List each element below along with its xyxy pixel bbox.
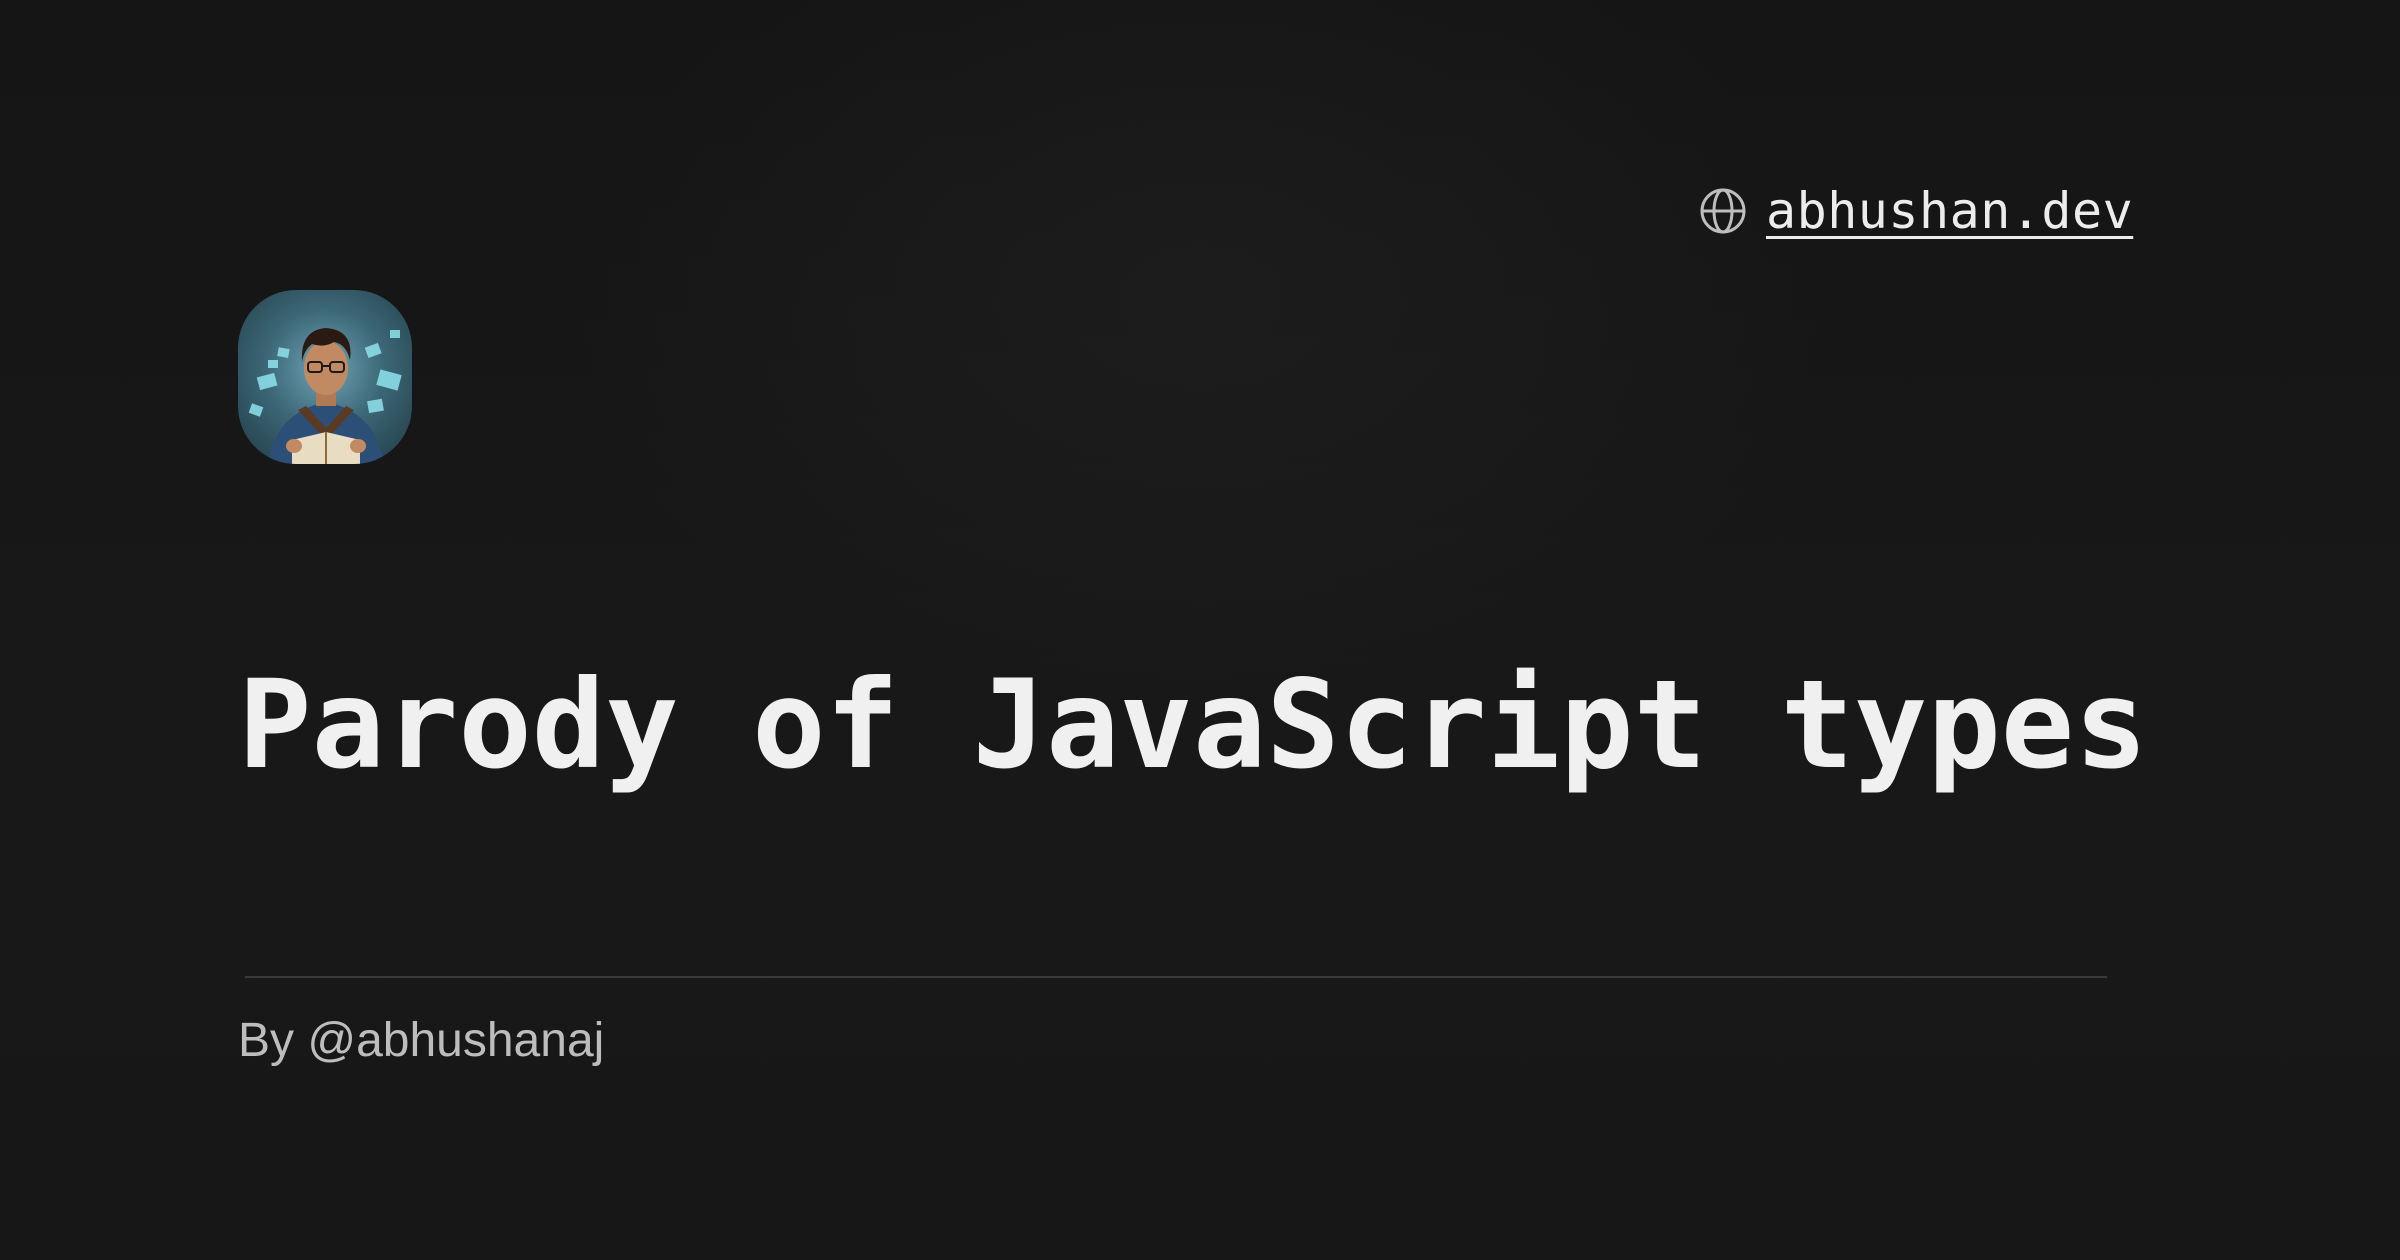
site-link-text[interactable]: abhushan.dev [1766,182,2133,240]
avatar [238,290,412,464]
author-byline: By @abhushanaj [238,1014,605,1067]
divider [245,976,2107,978]
site-link[interactable]: abhushan.dev [1698,176,2133,246]
avatar-illustration [248,328,402,464]
post-title: Parody of JavaScript types [238,654,2148,796]
globe-icon [1700,188,1746,234]
